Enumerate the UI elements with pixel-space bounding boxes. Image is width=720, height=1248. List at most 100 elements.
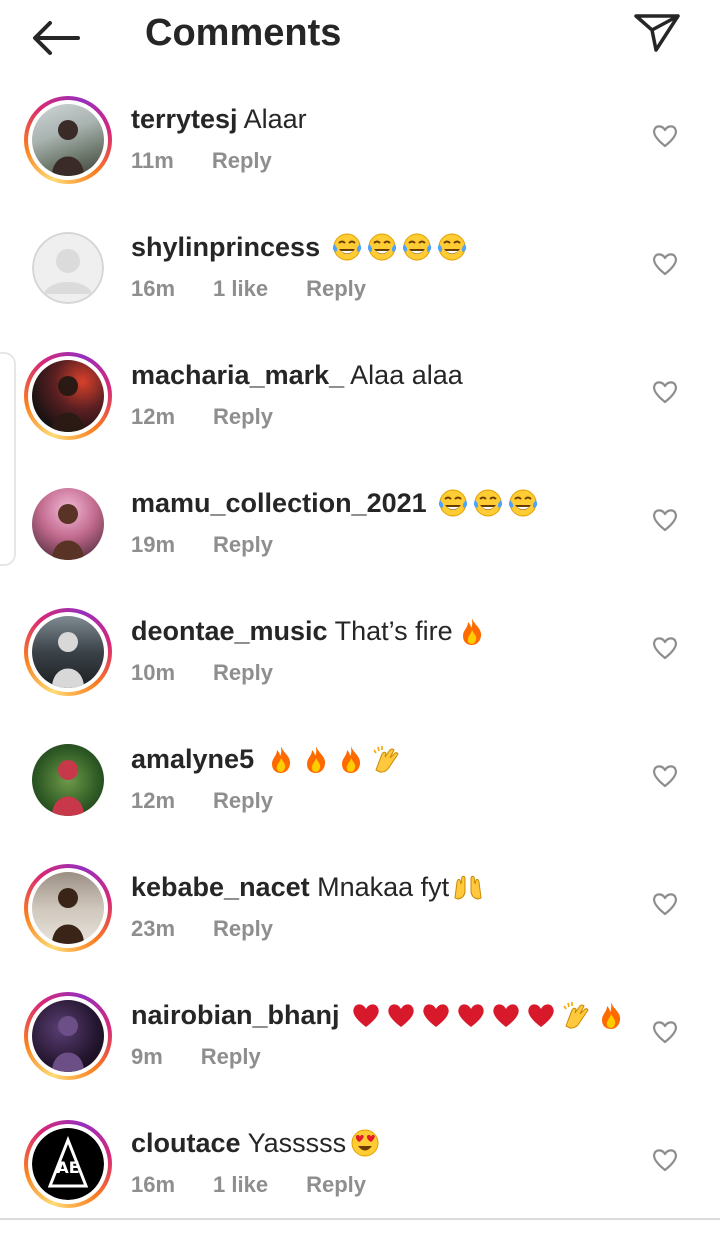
- comment-line: terrytesj Alaar: [131, 104, 307, 135]
- fire-emoji: [595, 1000, 627, 1030]
- comment-line: amalyne5: [131, 744, 402, 775]
- divider: [0, 1218, 720, 1220]
- comment-line: shylinprincess: [131, 232, 468, 263]
- comment-username[interactable]: shylinprincess: [131, 232, 320, 262]
- tears-of-joy-emoji: [507, 488, 539, 518]
- reply-button[interactable]: Reply: [213, 788, 273, 813]
- comment-time: 9m: [131, 1044, 163, 1069]
- reply-button[interactable]: Reply: [213, 532, 273, 557]
- comment-line: mamu_collection_2021: [131, 488, 539, 519]
- like-heart-icon[interactable]: [651, 634, 679, 660]
- avatar[interactable]: [24, 96, 112, 184]
- tears-of-joy-emoji: [437, 488, 469, 518]
- comment-item: kebabe_nacet Mnakaa fyt 23m Reply: [0, 864, 720, 992]
- avatar[interactable]: [24, 352, 112, 440]
- comment-username[interactable]: terrytesj: [131, 104, 238, 134]
- reply-button[interactable]: Reply: [306, 1172, 366, 1197]
- avatar[interactable]: [24, 224, 112, 312]
- like-heart-icon[interactable]: [651, 506, 679, 532]
- comment-meta: 11m Reply: [131, 148, 310, 174]
- comment-time: 16m: [131, 1172, 176, 1197]
- comment-username[interactable]: deontae_music: [131, 616, 328, 646]
- comment-text: That’s fire: [334, 616, 453, 646]
- avatar[interactable]: AE: [24, 1120, 112, 1208]
- comment-meta: 23m Reply: [131, 916, 311, 942]
- comment-meta: 12m Reply: [131, 788, 311, 814]
- red-heart-emoji: [350, 1000, 382, 1030]
- red-heart-emoji: [385, 1000, 417, 1030]
- comment-time: 12m: [131, 404, 176, 429]
- like-heart-icon[interactable]: [651, 250, 679, 276]
- comment-likes[interactable]: 1 like: [213, 1172, 268, 1197]
- svg-text:AE: AE: [56, 1158, 79, 1177]
- comment-time: 23m: [131, 916, 176, 941]
- comment-meta: 12m Reply: [131, 404, 311, 430]
- reply-button[interactable]: Reply: [213, 660, 273, 685]
- send-icon[interactable]: [632, 12, 682, 54]
- comment-item: amalyne5 12m Reply: [0, 736, 720, 864]
- raising-hands-emoji: [452, 872, 484, 902]
- fire-emoji: [265, 744, 297, 774]
- tears-of-joy-emoji: [436, 232, 468, 262]
- reply-button[interactable]: Reply: [213, 404, 273, 429]
- red-heart-emoji: [455, 1000, 487, 1030]
- like-heart-icon[interactable]: [651, 890, 679, 916]
- comment-item: nairobian_bhanj 9m Reply: [0, 992, 720, 1120]
- comment-text: Alaa alaa: [350, 360, 463, 390]
- red-heart-emoji: [420, 1000, 452, 1030]
- back-arrow-icon[interactable]: [30, 18, 82, 58]
- comment-text: Yasssss: [247, 1128, 347, 1158]
- comment-time: 16m: [131, 276, 176, 301]
- like-heart-icon[interactable]: [651, 762, 679, 788]
- comment-line: kebabe_nacet Mnakaa fyt: [131, 872, 484, 903]
- comment-item: terrytesj Alaar 11m Reply: [0, 96, 720, 224]
- clapping-hands-emoji: [560, 1000, 592, 1030]
- comment-time: 10m: [131, 660, 176, 685]
- comment-time: 11m: [131, 148, 174, 173]
- comment-username[interactable]: cloutace: [131, 1128, 241, 1158]
- tears-of-joy-emoji: [401, 232, 433, 262]
- comment-likes[interactable]: 1 like: [213, 276, 268, 301]
- clapping-hands-emoji: [370, 744, 402, 774]
- comment-line: macharia_mark_ Alaa alaa: [131, 360, 463, 391]
- like-heart-icon[interactable]: [651, 378, 679, 404]
- comment-line: cloutace Yasssss: [131, 1128, 381, 1159]
- comment-meta: 10m Reply: [131, 660, 311, 686]
- comment-meta: 19m Reply: [131, 532, 311, 558]
- comment-meta: 16m 1 like Reply: [131, 276, 404, 302]
- comment-username[interactable]: macharia_mark_: [131, 360, 344, 390]
- reply-button[interactable]: Reply: [213, 916, 273, 941]
- like-heart-icon[interactable]: [651, 1018, 679, 1044]
- comment-username[interactable]: nairobian_bhanj: [131, 1000, 340, 1030]
- fire-emoji: [300, 744, 332, 774]
- tears-of-joy-emoji: [331, 232, 363, 262]
- comment-time: 12m: [131, 788, 176, 813]
- tears-of-joy-emoji: [366, 232, 398, 262]
- comment-line: deontae_music That’s fire: [131, 616, 488, 647]
- reply-button[interactable]: Reply: [306, 276, 366, 301]
- avatar[interactable]: [24, 480, 112, 568]
- comment-line: nairobian_bhanj: [131, 1000, 627, 1031]
- like-heart-icon[interactable]: [651, 122, 679, 148]
- comment-text: Alaar: [243, 104, 307, 134]
- avatar[interactable]: [24, 992, 112, 1080]
- comment-text: Mnakaa fyt: [317, 872, 450, 902]
- comment-item: deontae_music That’s fire 10m Reply: [0, 608, 720, 736]
- comment-time: 19m: [131, 532, 176, 557]
- comment-username[interactable]: amalyne5: [131, 744, 254, 774]
- reply-button[interactable]: Reply: [201, 1044, 261, 1069]
- tears-of-joy-emoji: [472, 488, 504, 518]
- comment-username[interactable]: kebabe_nacet: [131, 872, 310, 902]
- comment-username[interactable]: mamu_collection_2021: [131, 488, 427, 518]
- reply-button[interactable]: Reply: [212, 148, 272, 173]
- header: Comments: [0, 0, 720, 72]
- red-heart-emoji: [525, 1000, 557, 1030]
- like-heart-icon[interactable]: [651, 1146, 679, 1172]
- fire-emoji: [335, 744, 367, 774]
- avatar[interactable]: [24, 608, 112, 696]
- page-title: Comments: [145, 12, 342, 54]
- comment-meta: 16m 1 like Reply: [131, 1172, 404, 1198]
- avatar[interactable]: [24, 736, 112, 824]
- heart-eyes-emoji: [349, 1128, 381, 1158]
- avatar[interactable]: [24, 864, 112, 952]
